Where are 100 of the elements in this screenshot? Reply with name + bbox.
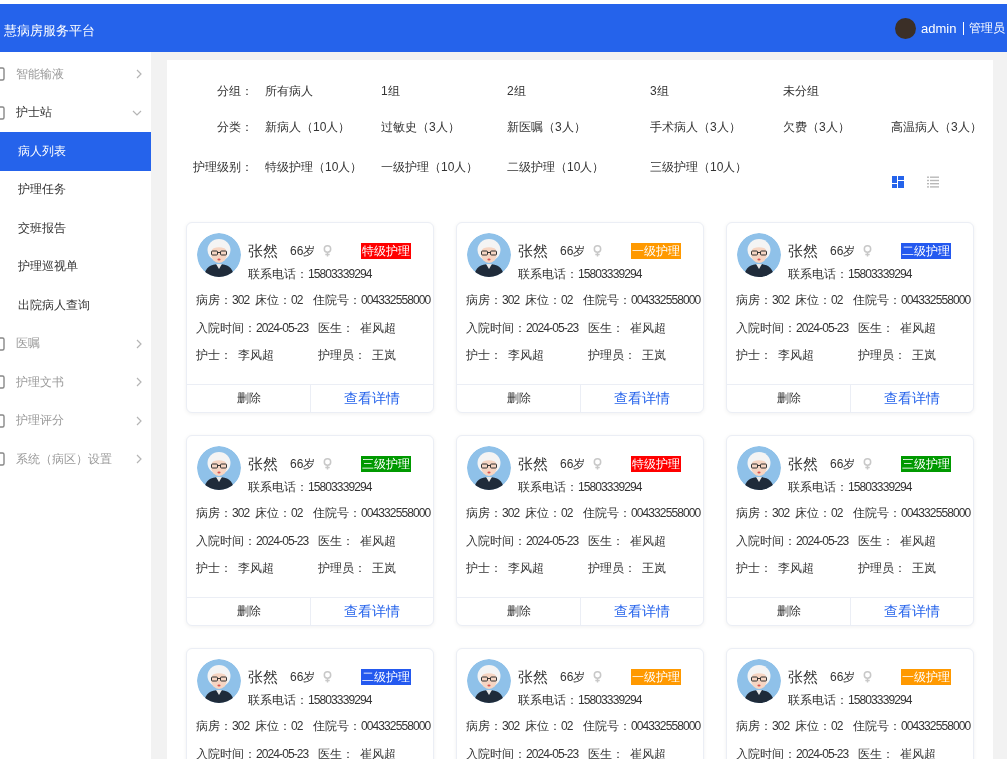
- care-level-badge: 一级护理: [901, 669, 951, 685]
- filter-label: 分组：: [216, 83, 253, 100]
- filter-option[interactable]: 特级护理（10人）: [265, 157, 381, 177]
- field-label: 入院时间：: [196, 319, 256, 337]
- nav-subitem[interactable]: 交班报告: [0, 209, 151, 248]
- field-label: 住院号：: [583, 718, 631, 735]
- field-value: 王岚: [642, 560, 666, 577]
- delete-button[interactable]: 删除: [457, 385, 580, 412]
- field-label: 住院号：: [313, 718, 361, 735]
- field-value: 004332558000: [901, 505, 971, 522]
- user-name[interactable]: admin: [921, 20, 957, 36]
- avatar-icon: [197, 446, 241, 490]
- details-link[interactable]: 查看详情: [310, 385, 433, 412]
- female-symbol-icon: [863, 245, 873, 257]
- care-level-badge: 三级护理: [361, 456, 411, 472]
- field-label: 住院号：: [313, 505, 361, 522]
- details-link[interactable]: 查看详情: [580, 598, 703, 625]
- avatar-icon: [467, 233, 511, 277]
- chevron-down-icon: [132, 109, 142, 116]
- field-label: 病房：: [736, 292, 772, 309]
- field-label: 病房：: [196, 718, 232, 735]
- field-label: 床位：: [525, 718, 561, 735]
- filter-option[interactable]: 新病人（10人）: [265, 117, 381, 137]
- delete-button[interactable]: 删除: [727, 385, 850, 412]
- female-symbol-icon: [593, 671, 603, 683]
- field-label: 护士：: [466, 347, 502, 364]
- field-label: 入院时间：: [196, 532, 256, 550]
- phone-number: 15803339294: [308, 692, 372, 709]
- field-label: 医生：: [318, 532, 354, 550]
- field-value: 004332558000: [631, 292, 701, 309]
- field-value: 王岚: [912, 347, 936, 364]
- delete-button[interactable]: 删除: [187, 598, 310, 625]
- field-label: 住院号：: [853, 718, 901, 735]
- patient-name: 张然: [788, 454, 818, 474]
- nav-subitem[interactable]: 护理巡视单: [0, 247, 151, 286]
- field-value: 2024-05-23: [526, 745, 579, 759]
- field-value: 2024-05-23: [256, 745, 309, 759]
- field-value: 004332558000: [901, 292, 971, 309]
- nav-subitem[interactable]: 护理任务: [0, 170, 151, 209]
- field-label: 联系电话：: [788, 266, 848, 283]
- field-value: 2024-05-23: [256, 319, 309, 337]
- field-value: 王岚: [372, 347, 396, 364]
- delete-button[interactable]: 删除: [457, 598, 580, 625]
- field-label: 护士：: [196, 347, 232, 364]
- field-label: 入院时间：: [196, 745, 256, 759]
- field-value: 302: [232, 292, 250, 309]
- filter-option[interactable]: 欠费（3人）: [783, 117, 891, 137]
- field-value: 王岚: [642, 347, 666, 364]
- filter-option[interactable]: 2组: [507, 81, 650, 101]
- patient-name: 张然: [788, 667, 818, 687]
- avatar-icon: [197, 659, 241, 703]
- field-value: 李风超: [778, 347, 814, 364]
- avatar-icon: [737, 446, 781, 490]
- patient-name: 张然: [248, 667, 278, 687]
- patient-name: 张然: [518, 667, 548, 687]
- filter-option[interactable]: 新医嘱（3人）: [507, 117, 650, 137]
- female-symbol-icon: [863, 671, 873, 683]
- delete-button[interactable]: 删除: [187, 385, 310, 412]
- field-label: 医生：: [588, 745, 624, 759]
- field-value: 02: [561, 505, 573, 522]
- field-label: 床位：: [255, 718, 291, 735]
- details-link[interactable]: 查看详情: [850, 598, 973, 625]
- filter-option[interactable]: 一级护理（10人）: [381, 157, 507, 177]
- nav-item[interactable]: 护士站: [0, 93, 151, 132]
- field-label: 联系电话：: [518, 692, 578, 709]
- nav-subitem[interactable]: 出院病人查询: [0, 286, 151, 325]
- filter-option[interactable]: 未分组: [783, 81, 891, 101]
- grid-view-icon[interactable]: [892, 176, 904, 188]
- filter-option[interactable]: 三级护理（10人）: [650, 157, 783, 177]
- field-value: 302: [502, 505, 520, 522]
- field-label: 医生：: [858, 745, 894, 759]
- female-symbol-icon: [323, 458, 333, 470]
- filter-option[interactable]: 所有病人: [265, 81, 381, 101]
- phone-number: 15803339294: [578, 479, 642, 496]
- nav-icon: [0, 105, 5, 120]
- filter-option[interactable]: 手术病人（3人）: [650, 117, 783, 137]
- filter-option[interactable]: 1组: [381, 81, 507, 101]
- field-label: 医生：: [858, 532, 894, 550]
- delete-button[interactable]: 删除: [727, 598, 850, 625]
- field-value: 02: [831, 505, 843, 522]
- filter-option[interactable]: 3组: [650, 81, 783, 101]
- field-label: 入院时间：: [466, 745, 526, 759]
- details-link[interactable]: 查看详情: [310, 598, 433, 625]
- filter-option[interactable]: 二级护理（10人）: [507, 157, 650, 177]
- patient-age: 66岁: [560, 455, 586, 473]
- filter-option[interactable]: 高温病人（3人）: [891, 117, 982, 137]
- care-level-badge: 三级护理: [901, 456, 951, 472]
- field-label: 病房：: [466, 505, 502, 522]
- care-level-badge: 一级护理: [631, 669, 681, 685]
- details-link[interactable]: 查看详情: [580, 385, 703, 412]
- patient-name: 张然: [518, 241, 548, 261]
- nav-subitem[interactable]: 病人列表: [0, 132, 151, 171]
- phone-number: 15803339294: [848, 692, 912, 709]
- details-link[interactable]: 查看详情: [850, 385, 973, 412]
- filter-option[interactable]: 过敏史（3人）: [381, 117, 507, 137]
- field-value: 302: [502, 718, 520, 735]
- field-value: 崔风超: [360, 745, 396, 759]
- field-label: 护理员：: [318, 347, 366, 364]
- female-symbol-icon: [593, 245, 603, 257]
- field-label: 联系电话：: [518, 479, 578, 496]
